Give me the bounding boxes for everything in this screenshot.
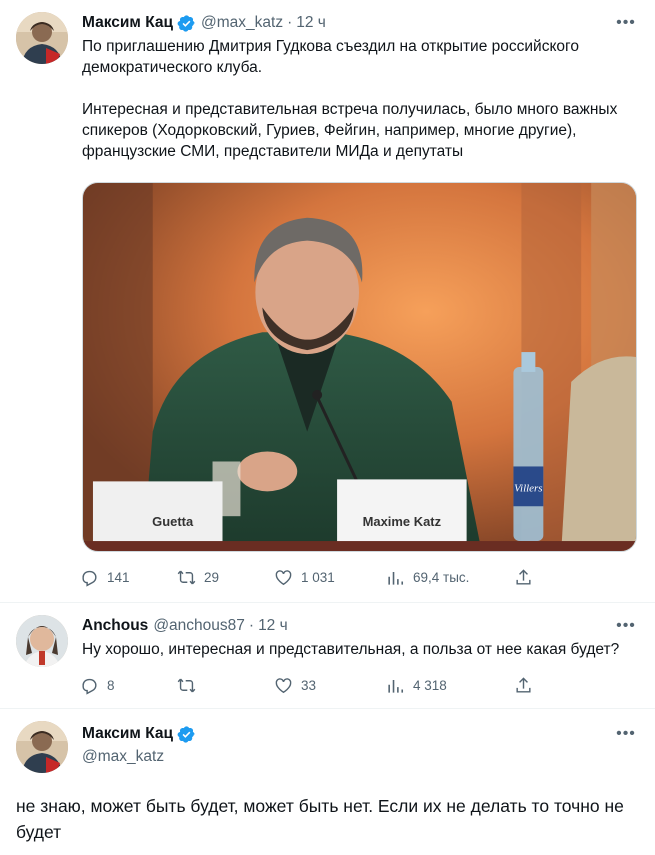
avatar[interactable] (16, 721, 68, 773)
share-button[interactable] (514, 568, 533, 587)
like-icon (275, 677, 292, 693)
focused-reply-tweet[interactable]: Максим Кац @max_katz ••• не знаю, может … (0, 709, 655, 855)
author-name[interactable]: Максим Кац (82, 725, 173, 743)
tweet-actions: 141 29 1 031 69,4 тыс. (80, 566, 550, 588)
verified-badge-icon (177, 725, 196, 744)
author-handle[interactable]: @max_katz (82, 748, 164, 766)
timestamp[interactable]: 12 ч (296, 14, 326, 32)
like-icon (275, 569, 292, 585)
reply-count: 141 (107, 569, 130, 585)
reply-tweet[interactable]: Anchous @anchous87 · 12 ч ••• Ну хорошо,… (0, 603, 655, 708)
avatar[interactable] (16, 615, 68, 667)
repost-count: 29 (204, 569, 220, 585)
repost-icon (177, 570, 196, 584)
views-button[interactable]: 4 318 (386, 676, 514, 695)
author-handle[interactable]: @max_katz (201, 14, 283, 32)
tweet-paragraph-1: По приглашению Дмитрия Гудкова съездил н… (82, 38, 579, 76)
share-button[interactable] (514, 676, 533, 695)
author-name[interactable]: Максим Кац (82, 14, 173, 32)
tweet-text: не знаю, может быть будет, может быть не… (16, 796, 624, 842)
views-icon (388, 679, 404, 693)
repost-button[interactable] (177, 676, 274, 695)
share-icon (516, 676, 531, 693)
tweet-text: По приглашению Дмитрия Гудкова съездил н… (82, 36, 642, 162)
like-count: 33 (301, 677, 317, 693)
repost-icon (177, 678, 196, 692)
share-icon (516, 568, 531, 585)
tweet-text: Ну хорошо, интересная и представительная… (82, 641, 620, 658)
timestamp[interactable]: 12 ч (258, 617, 288, 635)
views-count: 4 318 (413, 677, 447, 693)
views-button[interactable]: 69,4 тыс. (386, 568, 514, 587)
author-name[interactable]: Anchous (82, 617, 148, 635)
more-icon[interactable]: ••• (615, 615, 637, 637)
tweet-main[interactable]: Максим Кац @max_katz · 12 ч ••• По пригл… (0, 0, 655, 600)
bottle-label: Villers (514, 482, 542, 494)
like-button[interactable]: 1 031 (274, 568, 386, 587)
more-icon[interactable]: ••• (615, 723, 637, 745)
reply-count: 8 (107, 677, 115, 693)
repost-button[interactable]: 29 (177, 568, 274, 587)
reply-icon (82, 570, 97, 587)
tweet-actions: 8 33 4 318 (80, 674, 550, 696)
tweet-paragraph-2: Интересная и представительная встреча по… (82, 101, 618, 160)
views-icon (388, 571, 404, 585)
reply-icon (82, 678, 97, 695)
more-icon[interactable]: ••• (615, 12, 637, 34)
reply-button[interactable]: 8 (80, 676, 177, 695)
like-count: 1 031 (301, 569, 335, 585)
separator-dot: · (248, 617, 255, 634)
verified-badge-icon (177, 14, 196, 33)
views-count: 69,4 тыс. (413, 569, 470, 585)
author-handle[interactable]: @anchous87 (153, 617, 245, 635)
nameplate-center: Maxime Katz (363, 514, 441, 529)
separator-dot: · (287, 14, 293, 31)
nameplate-left: Guetta (152, 514, 194, 529)
avatar[interactable] (16, 12, 68, 64)
reply-button[interactable]: 141 (80, 568, 177, 587)
like-button[interactable]: 33 (274, 676, 386, 695)
tweet-photo[interactable]: Villers Guetta Maxime Katz (82, 182, 637, 552)
